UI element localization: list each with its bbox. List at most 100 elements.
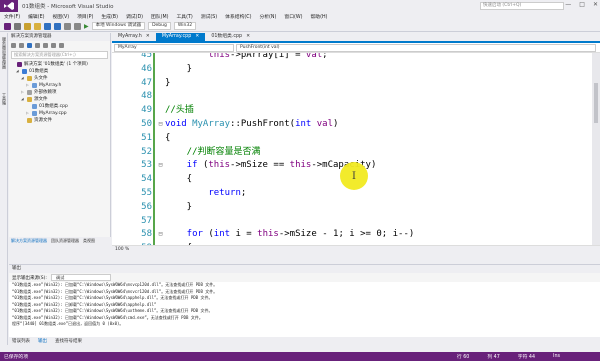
forward-icon[interactable] bbox=[19, 42, 24, 48]
menu-item[interactable]: 调试(D) bbox=[126, 13, 143, 20]
expand-arrow-icon[interactable]: ▷ bbox=[21, 89, 25, 96]
solution-panel-tab[interactable]: 类视图 bbox=[83, 237, 95, 245]
member-select[interactable]: PushFront(int val) bbox=[236, 43, 596, 52]
new-project-icon[interactable] bbox=[24, 22, 31, 30]
menu-item[interactable]: 视图(V) bbox=[52, 13, 69, 20]
code-editor[interactable]: 45 this->pArray[i] = val; 46 } 47} 48 49//头插… bbox=[112, 53, 600, 245]
close-tab-icon[interactable]: ✕ bbox=[146, 33, 150, 41]
start-debug-icon[interactable]: ▶ bbox=[84, 23, 89, 30]
document-tab[interactable]: MyArray.h ✕ bbox=[112, 33, 156, 41]
home-icon[interactable] bbox=[27, 42, 32, 48]
code-line[interactable]: 52 //判断容量是否满 bbox=[112, 146, 592, 160]
code-line[interactable]: 58 ⊟ for (int i = this->mSize - 1; i >= 0… bbox=[112, 228, 592, 242]
solution-search-input[interactable]: 搜索解决方案资源管理器(Ctrl+;) bbox=[11, 51, 108, 59]
solution-panel-tab[interactable]: 解决方案资源管理器 bbox=[11, 237, 47, 245]
tree-item[interactable]: ◢ 源文件 bbox=[11, 96, 110, 103]
tree-item-label: 01数组类.cpp bbox=[39, 104, 68, 109]
expand-arrow-icon[interactable]: ◢ bbox=[21, 96, 25, 103]
tree-item[interactable]: ▷ 外部依赖项 bbox=[11, 89, 110, 96]
back-icon[interactable] bbox=[11, 42, 16, 48]
close-button[interactable]: ✕ bbox=[593, 1, 598, 8]
code-line[interactable]: 48 bbox=[112, 90, 592, 104]
config-select[interactable]: Debug bbox=[148, 22, 171, 30]
tree-item[interactable]: ◢ 01数组类 bbox=[11, 68, 110, 75]
close-tab-icon[interactable]: ✕ bbox=[195, 33, 199, 41]
code-line[interactable]: 50 ⊟ void MyArray::PushFront(int val) bbox=[112, 118, 592, 132]
code-text: this->pArray[i] = val; bbox=[165, 53, 327, 63]
tree-item[interactable]: 01数组类.cpp bbox=[11, 103, 110, 110]
editor-vertical-scrollbar[interactable] bbox=[592, 53, 600, 245]
expand-arrow-icon[interactable]: ▷ bbox=[26, 82, 30, 89]
sync-icon[interactable] bbox=[35, 42, 40, 48]
code-line[interactable]: 46 } bbox=[112, 63, 592, 77]
menu-item[interactable]: 测试(S) bbox=[201, 13, 217, 20]
code-line[interactable]: 57 bbox=[112, 215, 592, 229]
document-tab[interactable]: MyArray.cpp ✕ bbox=[155, 33, 206, 41]
output-source-select[interactable]: 调试 bbox=[50, 274, 111, 281]
forward-icon[interactable] bbox=[14, 22, 21, 30]
save-all-icon[interactable] bbox=[54, 22, 61, 30]
code-line[interactable]: 49 //头插 bbox=[112, 104, 592, 118]
zoom-level[interactable]: 100 % bbox=[115, 247, 129, 252]
fold-toggle-icon[interactable]: ⊟ bbox=[157, 118, 164, 132]
code-line[interactable]: 47} bbox=[112, 77, 592, 91]
platform-select[interactable]: Win32 bbox=[173, 22, 197, 30]
menu-item[interactable]: 帮助(H) bbox=[310, 13, 327, 20]
code-line[interactable]: 56 } bbox=[112, 201, 592, 215]
solution-bottom-tabs: 解决方案资源管理器 团队资源管理器 类视图 bbox=[9, 237, 111, 245]
expand-arrow-icon[interactable]: ◢ bbox=[16, 68, 20, 75]
save-icon[interactable] bbox=[44, 22, 51, 30]
fold-toggle-icon[interactable]: ⊟ bbox=[157, 159, 164, 173]
code-line[interactable]: 45 this->pArray[i] = val; bbox=[112, 53, 592, 63]
code-token: ->mSize == bbox=[230, 160, 290, 171]
tree-item[interactable]: ▷ MyArray.cpp bbox=[11, 110, 110, 117]
scrollbar-thumb[interactable] bbox=[594, 83, 598, 123]
tree-item[interactable]: ◢ 头文件 bbox=[11, 75, 110, 82]
redo-icon[interactable] bbox=[74, 22, 81, 30]
file-icon bbox=[32, 111, 37, 116]
undo-icon[interactable] bbox=[64, 22, 71, 30]
code-token: int bbox=[213, 229, 236, 240]
code-text: } bbox=[165, 77, 170, 91]
tree-item-label: MyArray.cpp bbox=[39, 111, 67, 116]
tree-item[interactable]: ▷ MyArray.h bbox=[11, 82, 110, 89]
menu-item[interactable]: 编辑(E) bbox=[28, 13, 44, 20]
tree-item[interactable]: 解决方案 '01数组类' (1 个项目) bbox=[11, 61, 110, 68]
line-number: 53 bbox=[141, 160, 152, 171]
menu-item[interactable]: 体系结构(C) bbox=[225, 13, 251, 20]
tree-item[interactable]: 资源文件 bbox=[11, 117, 110, 124]
code-token: i = bbox=[235, 229, 258, 240]
minimize-button[interactable]: — bbox=[565, 1, 571, 8]
solution-panel-tab[interactable]: 团队资源管理器 bbox=[51, 237, 79, 245]
menu-item[interactable]: 团队(M) bbox=[151, 13, 168, 20]
menu-item[interactable]: 窗口(W) bbox=[284, 13, 302, 20]
debugger-select[interactable]: 本地 Windows 调试器 bbox=[91, 22, 146, 30]
close-tab-icon[interactable]: ✕ bbox=[246, 33, 250, 41]
scope-select[interactable]: MyArray bbox=[114, 43, 234, 52]
code-token: } bbox=[165, 63, 193, 74]
code-token: ->mSize - 1; i >= 0; i--) bbox=[278, 229, 415, 240]
menu-item[interactable]: 分析(N) bbox=[259, 13, 276, 20]
code-line[interactable]: 51 { bbox=[112, 132, 592, 146]
tree-item-label: 01数组类 bbox=[29, 69, 49, 74]
refresh-icon[interactable] bbox=[43, 42, 48, 48]
collapse-all-icon[interactable] bbox=[51, 42, 56, 48]
back-icon[interactable] bbox=[4, 22, 11, 30]
expand-arrow-icon[interactable]: ◢ bbox=[21, 75, 25, 82]
menu-item[interactable]: 文件(F) bbox=[4, 13, 20, 20]
maximize-button[interactable]: □ bbox=[579, 1, 585, 8]
line-number: 58 bbox=[141, 229, 152, 240]
properties-icon[interactable] bbox=[59, 42, 64, 48]
fold-toggle-icon[interactable]: ⊟ bbox=[157, 228, 164, 242]
quick-launch-input[interactable]: 快速启动 (Ctrl+Q) bbox=[480, 2, 564, 10]
menu-item[interactable]: 生成(B) bbox=[101, 13, 118, 20]
server-explorer-tab[interactable]: 服务器资源管理器 bbox=[1, 37, 7, 69]
menu-item[interactable]: 项目(P) bbox=[77, 13, 93, 20]
open-file-icon[interactable] bbox=[34, 22, 41, 30]
code-token: if bbox=[165, 160, 203, 171]
document-tab[interactable]: 01数组类.cpp ✕ bbox=[205, 33, 256, 41]
output-text[interactable]: “01数组类.exe”(Win32): 已加载“C:\Windows\SysWO… bbox=[9, 282, 600, 328]
menu-item[interactable]: 工具(T) bbox=[177, 13, 193, 20]
expand-arrow-icon[interactable]: ▷ bbox=[26, 110, 30, 117]
toolbox-tab[interactable]: 工具箱 bbox=[1, 93, 7, 105]
